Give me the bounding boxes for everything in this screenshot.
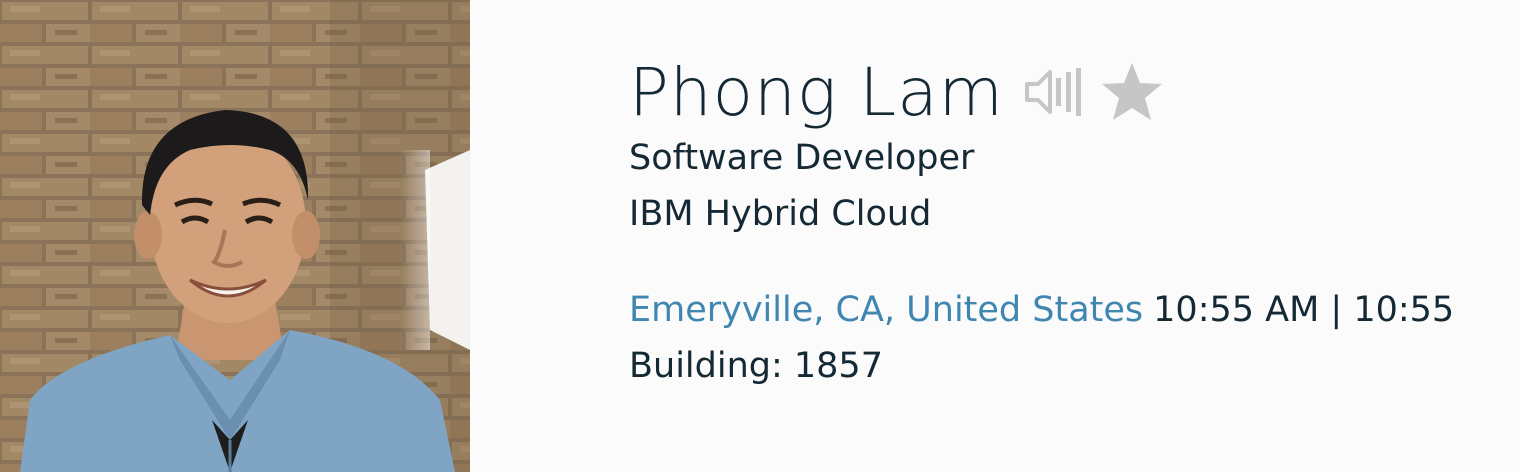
- profile-photo: [0, 0, 470, 472]
- local-time: 10:55 AM | 10:55: [1153, 290, 1455, 330]
- name-row: Phong Lam: [629, 52, 1520, 132]
- speaker-icon[interactable]: [1024, 64, 1086, 120]
- location-row: Emeryville, CA, United States 10:55 AM | …: [629, 282, 1520, 338]
- job-title: Software Developer: [629, 138, 975, 178]
- profile-card: Phong Lam Software Developer IBM Hybrid …: [0, 0, 1520, 472]
- profile-info: Phong Lam Software Developer IBM Hybrid …: [629, 52, 1520, 394]
- person-name: Phong Lam: [629, 53, 1004, 131]
- star-icon[interactable]: [1100, 61, 1164, 123]
- location-link[interactable]: Emeryville, CA, United States: [629, 290, 1143, 330]
- building: Building: 1857: [629, 346, 883, 386]
- organization: IBM Hybrid Cloud: [629, 194, 932, 234]
